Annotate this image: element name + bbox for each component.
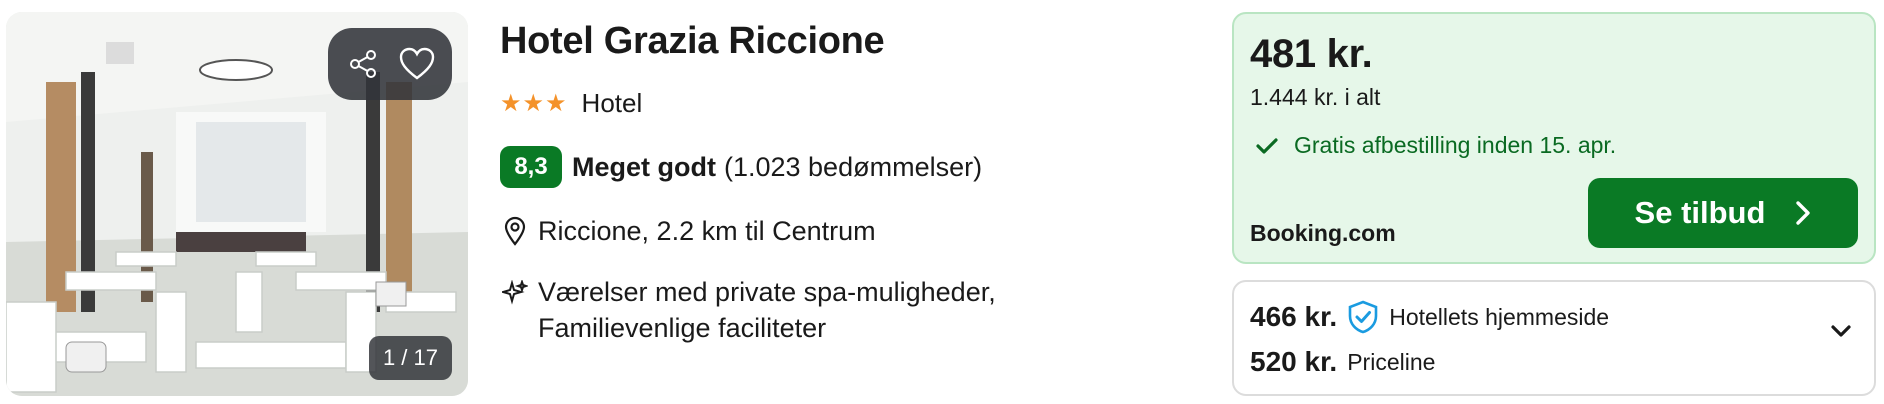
sparkle-icon [500, 274, 530, 306]
view-deal-button[interactable]: Se tilbud [1588, 178, 1858, 248]
location-row[interactable]: Riccione, 2.2 km til Centrum [500, 212, 1200, 250]
amenities-row: Værelser med private spa-muligheder, Fam… [500, 274, 1200, 346]
verified-shield-icon [1347, 300, 1379, 334]
amenities-line-2: Familievenlige faciliteter [538, 313, 827, 343]
offer-provider: Booking.com [1250, 220, 1396, 246]
share-button[interactable] [341, 42, 385, 86]
rating-count: (1.023 bedømmelser) [723, 151, 983, 182]
favorite-button[interactable] [395, 42, 439, 86]
amenities-line-1: Værelser med private spa-muligheder, [538, 277, 996, 307]
other-offer-row[interactable]: 466 kr. Hotellets hjemmeside [1250, 300, 1609, 334]
location-text: Riccione, 2.2 km til Centrum [538, 215, 876, 246]
other-offers[interactable]: 466 kr. Hotellets hjemmeside 520 kr. Pri… [1232, 280, 1876, 396]
free-cancellation: Gratis afbestilling inden 15. apr. [1256, 132, 1616, 159]
hotel-type: Hotel [581, 87, 643, 118]
check-icon [1256, 137, 1278, 155]
share-icon [350, 50, 376, 78]
offer-price: 481 kr. [1250, 32, 1373, 76]
offer-total: 1.444 kr. i alt [1250, 84, 1381, 110]
hotel-info: Hotel Grazia Riccione ★★★ Hotel 8,3 Mege… [500, 14, 1200, 346]
rating-badge: 8,3 [500, 146, 562, 188]
chevron-right-icon [1796, 201, 1811, 225]
heart-icon [399, 47, 435, 80]
other-offer-source: Priceline [1347, 348, 1436, 375]
photo-actions [328, 28, 452, 100]
hotel-class-row: ★★★ Hotel [500, 86, 1200, 120]
rating-word: Meget godt [572, 151, 716, 182]
location-pin-icon [500, 216, 530, 246]
amenities-text: Værelser med private spa-muligheder, Fam… [538, 274, 996, 346]
photo-counter: 1 / 17 [368, 336, 452, 380]
best-offer-card[interactable]: 481 kr. 1.444 kr. i alt Gratis afbestill… [1232, 12, 1876, 264]
other-offer-price: 520 kr. [1250, 346, 1338, 377]
rating-row[interactable]: 8,3 Meget godt (1.023 bedømmelser) [500, 146, 1200, 188]
view-deal-label: Se tilbud [1634, 195, 1766, 230]
other-offer-row[interactable]: 520 kr. Priceline [1250, 346, 1435, 378]
hotel-photo[interactable]: 1 / 17 [6, 12, 468, 396]
free-cancellation-text: Gratis afbestilling inden 15. apr. [1294, 132, 1617, 158]
other-offer-source: Hotellets hjemmeside [1389, 303, 1610, 330]
star-rating: ★★★ [500, 89, 568, 117]
chevron-down-icon[interactable] [1830, 324, 1852, 343]
other-offer-price: 466 kr. [1250, 301, 1338, 332]
hotel-name[interactable]: Hotel Grazia Riccione [500, 14, 1200, 68]
